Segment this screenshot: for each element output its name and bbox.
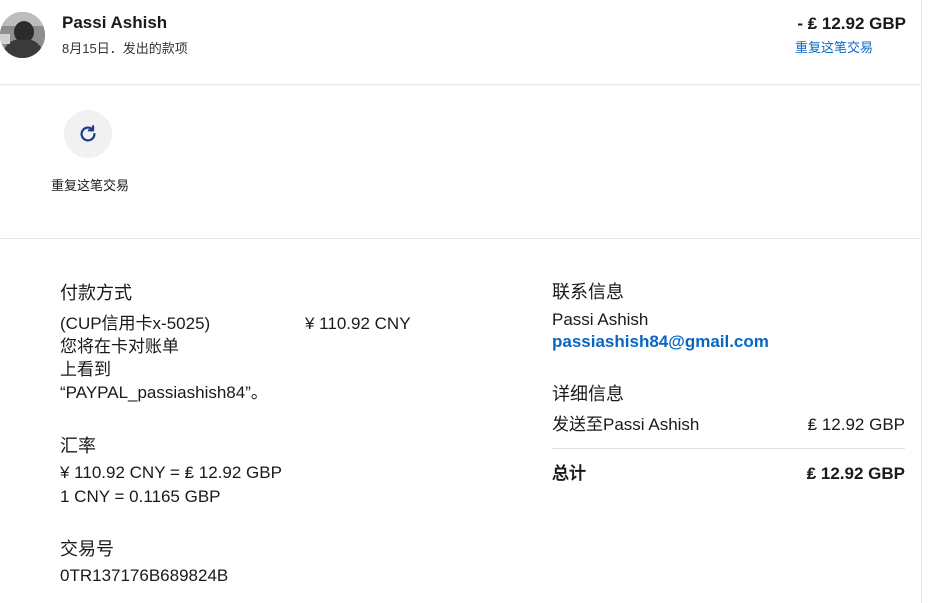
- repeat-transaction-label: 重复这笔交易: [50, 178, 129, 193]
- details-divider: [552, 448, 905, 449]
- refresh-icon: [80, 125, 96, 142]
- transaction-id: 0TR137176B689824B: [60, 566, 229, 585]
- divider: [0, 238, 921, 239]
- transaction-subtitle: 8月15日．发出的款项: [62, 38, 188, 57]
- contact-email-link[interactable]: passiashish84@gmail.com: [552, 332, 769, 352]
- sent-to-amount: ₤ 12.92 GBP: [807, 415, 905, 434]
- total-amount: ₤ 12.92 GBP: [806, 464, 905, 483]
- payment-method: (CUP信用卡x-5025): [60, 314, 211, 333]
- contact-info-name: Passi Ashish: [552, 310, 649, 329]
- transaction-type: 发出的款项: [122, 41, 188, 56]
- avatar-photo: [0, 12, 45, 58]
- divider: [0, 84, 921, 85]
- total-label: 总计: [552, 464, 586, 483]
- statement-note-line: 您将在卡对账单: [60, 337, 179, 356]
- exchange-rate-unit: 1 CNY = 0.1165 GBP: [60, 487, 221, 506]
- statement-note-line: “PAYPAL_passiashish84”。: [60, 383, 268, 402]
- exchange-rate-conversion: ¥ 110.92 CNY = ₤ 12.92 GBP: [60, 463, 282, 482]
- contact-info-heading: 联系信息: [552, 282, 624, 302]
- details-heading: 详细信息: [552, 384, 624, 404]
- transaction-id-heading: 交易号: [60, 539, 114, 559]
- transaction-date: 8月15日: [62, 41, 110, 56]
- transaction-amount: - ₤ 12.92 GBP: [797, 14, 906, 33]
- payment-method-heading: 付款方式: [60, 283, 132, 303]
- repeat-transaction-link[interactable]: 重复这笔交易: [795, 37, 873, 56]
- statement-note-line: 上看到: [60, 360, 111, 379]
- subtitle-separator: ．: [109, 41, 123, 56]
- exchange-rate-heading: 汇率: [60, 436, 96, 456]
- payment-amount: ¥ 110.92 CNY: [305, 314, 411, 333]
- right-border: [921, 0, 922, 603]
- avatar: [0, 12, 45, 58]
- repeat-transaction-button[interactable]: [64, 110, 112, 158]
- sent-to-label: 发送至Passi Ashish: [552, 415, 700, 434]
- contact-name: Passi Ashish: [62, 13, 168, 32]
